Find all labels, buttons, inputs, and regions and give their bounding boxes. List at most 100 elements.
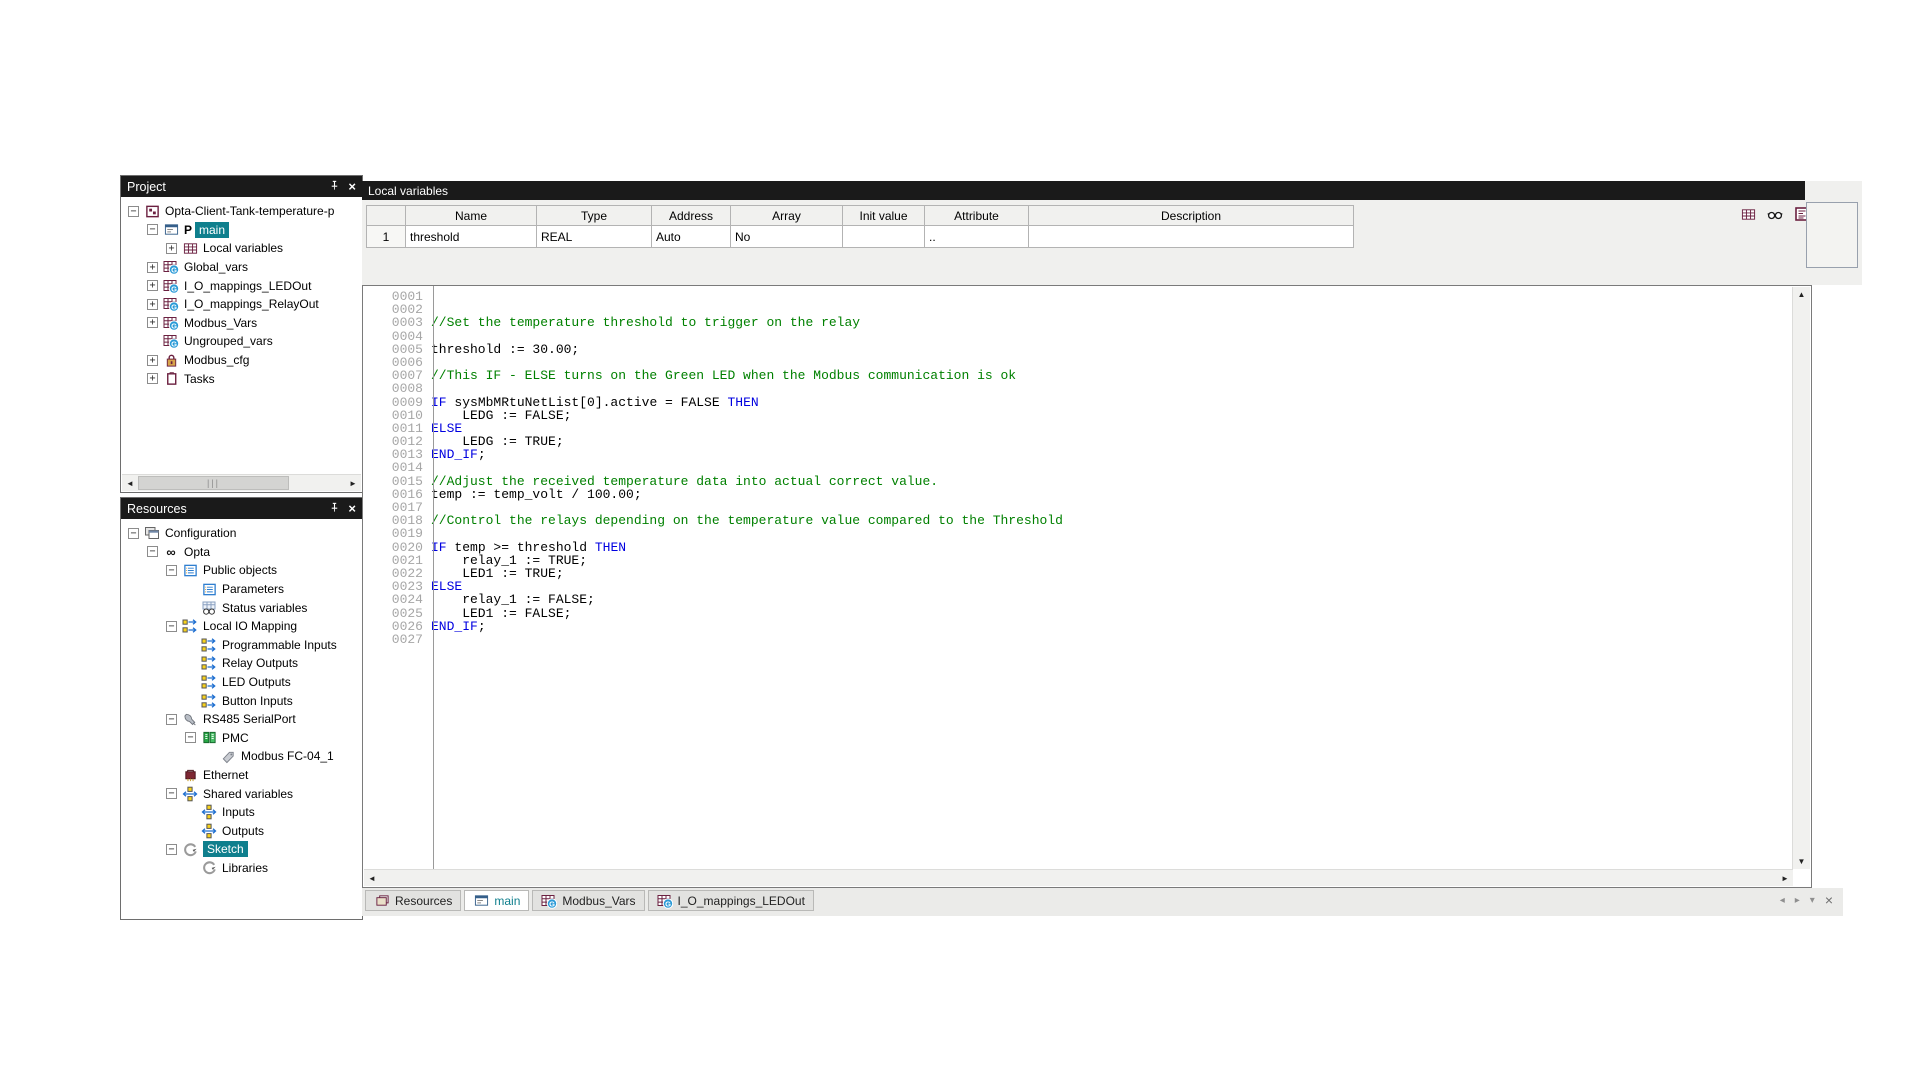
scrollbar-thumb[interactable]: |||	[138, 476, 289, 490]
code-line[interactable]: 0021 relay_1 := TRUE;	[363, 554, 1791, 567]
collapse-icon[interactable]: −	[128, 206, 139, 217]
tree-item-shared-variables[interactable]: −Shared variables	[121, 784, 362, 803]
cell-array[interactable]: No	[731, 226, 843, 248]
tree-item-global-vars[interactable]: +GGlobal_vars	[121, 258, 362, 277]
collapse-icon[interactable]: −	[166, 621, 177, 632]
collapse-icon[interactable]: −	[166, 714, 177, 725]
code-line[interactable]: 0022 LED1 := TRUE;	[363, 567, 1791, 580]
code-editor[interactable]: 000100020003//Set the temperature thresh…	[362, 285, 1812, 888]
editor-horizontal-scrollbar[interactable]: ◄ ►	[364, 869, 1793, 886]
tree-item-configuration[interactable]: −Configuration	[121, 524, 362, 543]
code-line[interactable]: 0025 LED1 := FALSE;	[363, 607, 1791, 620]
variable-row[interactable]: 1thresholdREALAutoNo..	[367, 226, 1354, 248]
code-line[interactable]: 0005threshold := 30.00;	[363, 343, 1791, 356]
column-header-name[interactable]: Name	[406, 206, 537, 226]
expand-icon[interactable]: +	[147, 373, 158, 384]
collapse-icon[interactable]: −	[166, 565, 177, 576]
scroll-left-icon[interactable]: ◄	[122, 475, 138, 491]
tree-item-rs485-serialport[interactable]: −RS485 SerialPort	[121, 710, 362, 729]
tree-item-outputs[interactable]: Outputs	[121, 822, 362, 841]
scroll-left-icon[interactable]: ◄	[364, 870, 380, 886]
tab-main[interactable]: main	[464, 890, 529, 911]
code-line[interactable]: 0012 LEDG := TRUE;	[363, 435, 1791, 448]
pin-icon[interactable]	[329, 180, 340, 194]
tab-i-o-mappings-ledout[interactable]: GI_O_mappings_LEDOut	[648, 890, 814, 911]
prev-tab-icon[interactable]: ◂	[1780, 895, 1785, 906]
collapse-icon[interactable]: −	[166, 788, 177, 799]
code-area[interactable]: 000100020003//Set the temperature thresh…	[363, 290, 1791, 869]
cell-address[interactable]: Auto	[652, 226, 731, 248]
watch-icon[interactable]	[1767, 206, 1783, 222]
tree-item-main[interactable]: −Pmain	[121, 221, 362, 240]
expand-icon[interactable]: +	[166, 243, 177, 254]
column-header-type[interactable]: Type	[537, 206, 652, 226]
tab-list-dropdown-icon[interactable]: ▾	[1810, 895, 1815, 906]
tree-item-ethernet[interactable]: Ethernet	[121, 766, 362, 785]
tree-item-modbus-cfg[interactable]: +Modbus_cfg	[121, 351, 362, 370]
tree-item-sketch[interactable]: −Sketch	[121, 840, 362, 859]
tree-item-opta[interactable]: −∞Opta	[121, 543, 362, 562]
code-line[interactable]: 0003//Set the temperature threshold to t…	[363, 316, 1791, 329]
tree-item-programmable-inputs[interactable]: Programmable Inputs	[121, 636, 362, 655]
column-header-description[interactable]: Description	[1029, 206, 1354, 226]
tree-item-local-io-mapping[interactable]: −Local IO Mapping	[121, 617, 362, 636]
tree-item-status-variables[interactable]: Status variables	[121, 598, 362, 617]
grid-view-icon[interactable]	[1740, 206, 1756, 222]
cell-name[interactable]: threshold	[406, 226, 537, 248]
collapse-icon[interactable]: −	[147, 546, 158, 557]
tree-item-i-o-mappings-relayout[interactable]: +GI_O_mappings_RelayOut	[121, 295, 362, 314]
collapse-icon[interactable]: −	[147, 224, 158, 235]
tree-item-i-o-mappings-ledout[interactable]: +GI_O_mappings_LEDOut	[121, 276, 362, 295]
project-horizontal-scrollbar[interactable]: ◄ ||| ►	[122, 474, 361, 491]
expand-icon[interactable]: +	[147, 262, 158, 273]
tree-item-parameters[interactable]: Parameters	[121, 580, 362, 599]
collapse-icon[interactable]: −	[185, 732, 196, 743]
code-line[interactable]: 0024 relay_1 := FALSE;	[363, 593, 1791, 606]
collapse-icon[interactable]: −	[128, 528, 139, 539]
expand-icon[interactable]: +	[147, 280, 158, 291]
column-header-array[interactable]: Array	[731, 206, 843, 226]
tab-modbus-vars[interactable]: GModbus_Vars	[532, 890, 644, 911]
scroll-right-icon[interactable]: ►	[345, 475, 361, 491]
expand-icon[interactable]: +	[147, 299, 158, 310]
code-line[interactable]: 0018//Control the relays depending on th…	[363, 514, 1791, 527]
tree-item-led-outputs[interactable]: LED Outputs	[121, 673, 362, 692]
column-header-init-value[interactable]: Init value	[843, 206, 925, 226]
cell-init-value[interactable]	[843, 226, 925, 248]
tree-item-opta-client-tank-temperature-p[interactable]: −Opta-Client-Tank-temperature-p	[121, 202, 362, 221]
code-line[interactable]: 0016temp := temp_volt / 100.00;	[363, 488, 1791, 501]
editor-vertical-scrollbar[interactable]: ▲ ▼	[1792, 287, 1810, 869]
column-header-address[interactable]: Address	[652, 206, 731, 226]
tree-item-tasks[interactable]: +Tasks	[121, 369, 362, 388]
cell-attribute[interactable]: ..	[925, 226, 1029, 248]
scrollbar-track[interactable]: |||	[138, 475, 345, 491]
pin-icon[interactable]	[329, 502, 340, 516]
code-line[interactable]: 0026END_IF;	[363, 620, 1791, 633]
tree-item-inputs[interactable]: Inputs	[121, 803, 362, 822]
code-line[interactable]: 0013END_IF;	[363, 448, 1791, 461]
tree-item-ungrouped-vars[interactable]: GUngrouped_vars	[121, 332, 362, 351]
tree-item-public-objects[interactable]: −Public objects	[121, 561, 362, 580]
tree-item-pmc[interactable]: −PMC	[121, 729, 362, 748]
tree-item-local-variables[interactable]: +Local variables	[121, 239, 362, 258]
tree-item-relay-outputs[interactable]: Relay Outputs	[121, 654, 362, 673]
code-line[interactable]: 0001	[363, 290, 1791, 303]
next-tab-icon[interactable]: ▸	[1795, 895, 1800, 906]
code-line[interactable]: 0007//This IF - ELSE turns on the Green …	[363, 369, 1791, 382]
close-icon[interactable]: ×	[348, 180, 356, 193]
scroll-right-icon[interactable]: ►	[1777, 870, 1793, 886]
column-header-attribute[interactable]: Attribute	[925, 206, 1029, 226]
scroll-down-icon[interactable]: ▼	[1793, 854, 1810, 869]
expand-icon[interactable]: +	[147, 317, 158, 328]
tree-item-modbus-vars[interactable]: +GModbus_Vars	[121, 314, 362, 333]
code-line[interactable]: 0011ELSE	[363, 422, 1791, 435]
code-line[interactable]: 0010 LEDG := FALSE;	[363, 409, 1791, 422]
tree-item-libraries[interactable]: Libraries	[121, 859, 362, 878]
tree-item-modbus-fc-04-1[interactable]: Modbus FC-04_1	[121, 747, 362, 766]
close-icon[interactable]: ×	[348, 502, 356, 515]
scroll-up-icon[interactable]: ▲	[1793, 287, 1810, 302]
code-line[interactable]: 0009IF sysMbMRtuNetList[0].active = FALS…	[363, 396, 1791, 409]
cell-type[interactable]: REAL	[537, 226, 652, 248]
collapse-icon[interactable]: −	[166, 844, 177, 855]
cell-description[interactable]	[1029, 226, 1354, 248]
